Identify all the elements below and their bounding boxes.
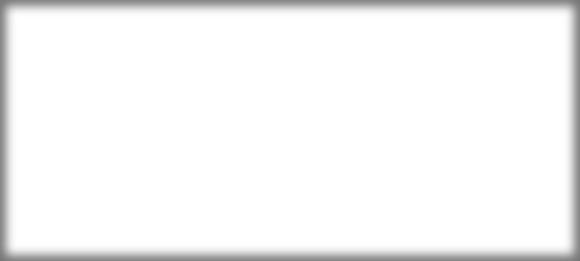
required-marker: * <box>267 86 273 101</box>
folder-number-input[interactable] <box>297 83 580 117</box>
register-button[interactable]: Register <box>297 174 413 207</box>
access-code-label-text: Access Code <box>185 138 267 153</box>
folder-number-label-text: Folder Number <box>174 92 267 107</box>
access-code-label: Access Code* <box>185 132 273 153</box>
required-marker: * <box>267 132 273 147</box>
register-panel: Register a Planning Folder Folder Number… <box>0 0 580 261</box>
page-title: Register a Planning Folder <box>52 36 380 74</box>
register-button-label: Register <box>339 183 388 198</box>
plus-circle-icon <box>322 184 335 197</box>
access-code-input[interactable] <box>297 128 580 162</box>
folder-number-label: Folder Number* <box>174 86 273 107</box>
